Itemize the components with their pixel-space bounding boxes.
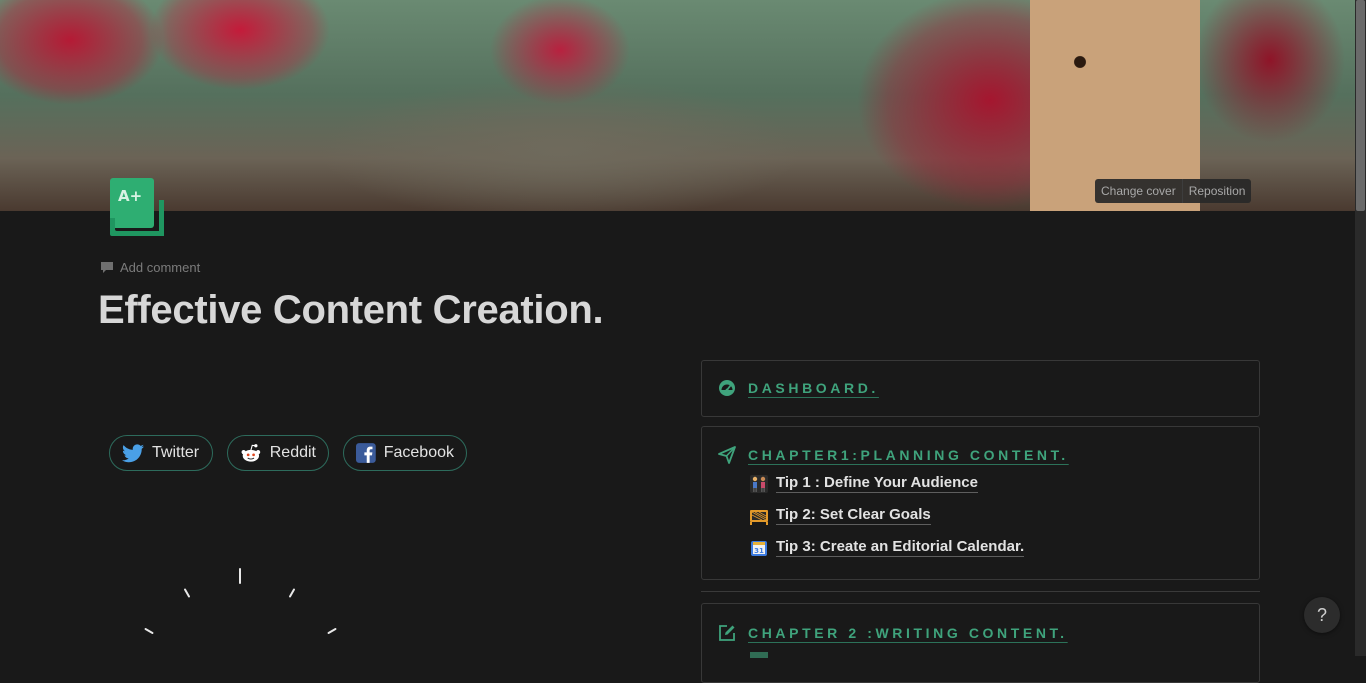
svg-text:31: 31 bbox=[754, 547, 764, 555]
reddit-button[interactable]: Reddit bbox=[227, 435, 329, 471]
help-button[interactable]: ? bbox=[1304, 597, 1340, 633]
chapter2-card: CHAPTER 2 :WRITING CONTENT. bbox=[701, 603, 1260, 683]
facebook-button[interactable]: Facebook bbox=[343, 435, 467, 471]
chapter1-link[interactable]: CHAPTER1:PLANNING CONTENT. bbox=[748, 447, 1069, 463]
comment-icon bbox=[101, 262, 113, 273]
chapter2-link[interactable]: CHAPTER 2 :WRITING CONTENT. bbox=[748, 625, 1068, 641]
clock-tick-12 bbox=[239, 568, 241, 584]
clock-tick-11 bbox=[183, 588, 191, 598]
goal-icon bbox=[750, 509, 768, 525]
add-comment-label: Add comment bbox=[120, 260, 201, 275]
tip-icon-partial bbox=[750, 652, 768, 658]
tip-item[interactable]: Tip 1 : Define Your Audience bbox=[750, 474, 978, 493]
tip-item[interactable]: Tip 2: Set Clear Goals bbox=[750, 506, 931, 525]
twitter-button[interactable]: Twitter bbox=[109, 435, 213, 471]
divider bbox=[701, 591, 1260, 592]
clock-tick-1 bbox=[288, 588, 296, 598]
chapter1-heading: CHAPTER1:PLANNING CONTENT. bbox=[718, 446, 1069, 464]
facebook-label: Facebook bbox=[383, 444, 454, 461]
add-comment[interactable]: Add comment bbox=[100, 260, 200, 275]
dashboard-link[interactable]: DASHBOARD. bbox=[748, 380, 879, 396]
chapter2-heading: CHAPTER 2 :WRITING CONTENT. bbox=[718, 624, 1068, 642]
cover-controls: Change cover Reposition bbox=[1095, 179, 1252, 203]
edit-icon bbox=[719, 625, 735, 641]
reposition-button[interactable]: Reposition bbox=[1181, 179, 1252, 203]
scrollbar-thumb[interactable] bbox=[1356, 0, 1365, 211]
grade-book-icon: A+ bbox=[110, 178, 164, 236]
page-title: Effective Content Creation. bbox=[98, 288, 604, 332]
chapter1-card: CHAPTER1:PLANNING CONTENT. Tip 1 : Defin… bbox=[701, 426, 1260, 580]
twitter-label: Twitter bbox=[152, 444, 200, 461]
svg-text:A+: A+ bbox=[118, 187, 142, 205]
page-icon[interactable]: A+ bbox=[107, 176, 167, 238]
tip-label: Tip 3: Create an Editorial Calendar. bbox=[776, 538, 1025, 557]
paper-plane-icon bbox=[718, 446, 736, 464]
calendar-icon: 31 bbox=[751, 540, 767, 556]
dashboard-gauge-icon bbox=[719, 380, 735, 396]
twitter-icon bbox=[122, 443, 144, 462]
people-icon bbox=[750, 474, 768, 493]
dashboard-heading: DASHBOARD. bbox=[718, 379, 879, 397]
reddit-icon bbox=[241, 444, 261, 462]
facebook-icon bbox=[356, 443, 376, 463]
clock-tick-10 bbox=[144, 627, 154, 635]
clock-tick-2 bbox=[327, 627, 337, 635]
dashboard-card: DASHBOARD. bbox=[701, 360, 1260, 417]
tip-item[interactable]: 31 Tip 3: Create an Editorial Calendar. bbox=[750, 538, 1025, 557]
tip-label: Tip 1 : Define Your Audience bbox=[776, 474, 978, 493]
tip-label: Tip 2: Set Clear Goals bbox=[776, 506, 931, 525]
change-cover-button[interactable]: Change cover bbox=[1095, 179, 1182, 203]
reddit-label: Reddit bbox=[269, 444, 316, 461]
